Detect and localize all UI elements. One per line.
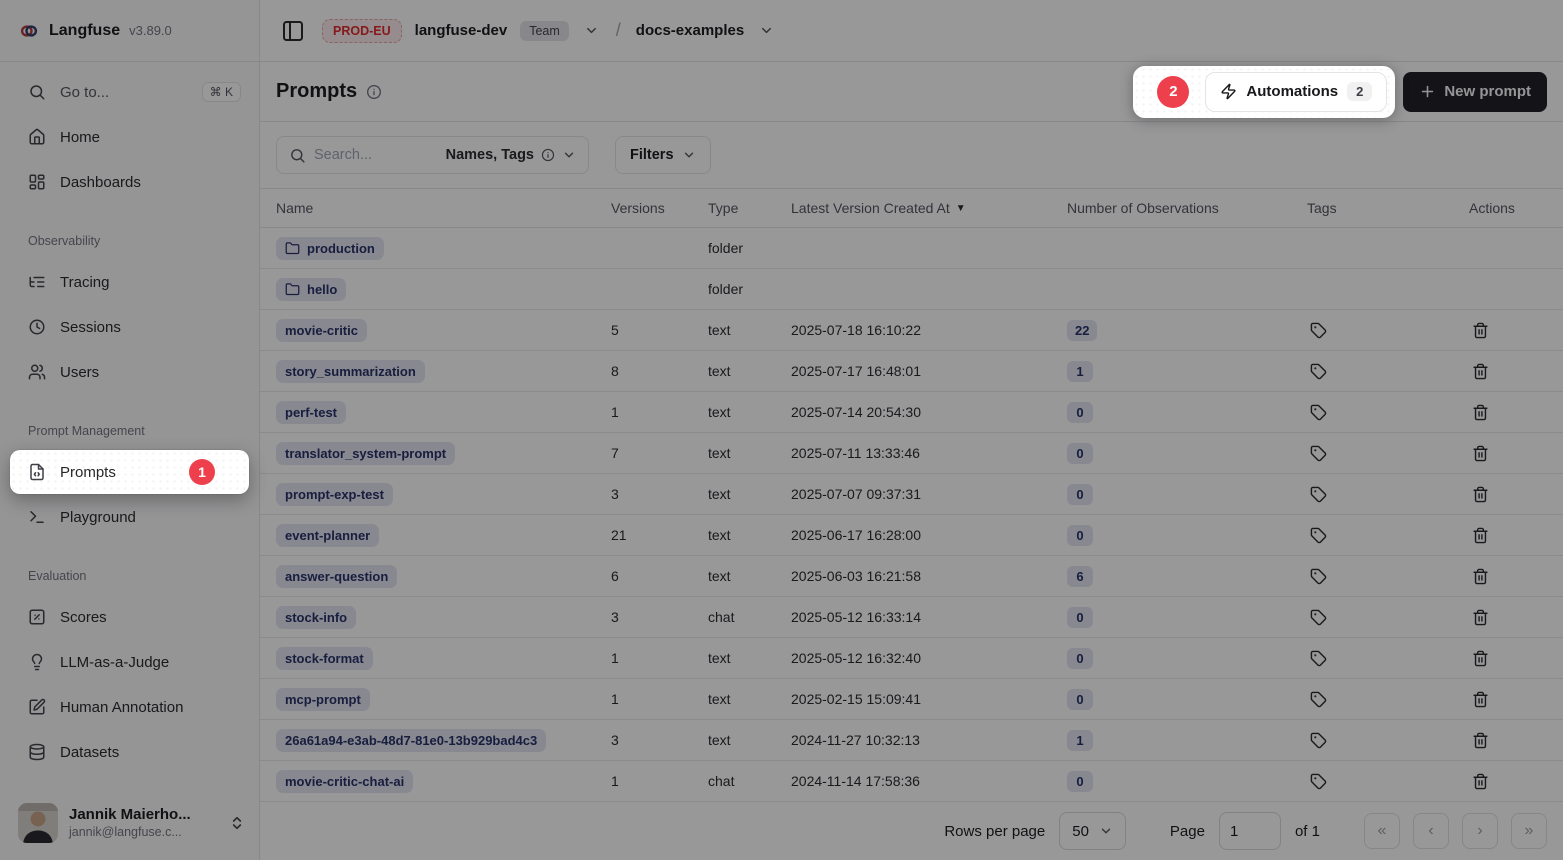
app-window: Langfuse v3.89.0 Go to... ⌘ K Home Dashb… xyxy=(0,0,1563,860)
automations-count-badge: 2 xyxy=(1347,82,1372,101)
annotation-badge-2: 2 xyxy=(1157,76,1189,108)
zap-icon xyxy=(1220,83,1237,100)
sidebar-item-label: Prompts xyxy=(60,464,116,481)
annotation-badge-1: 1 xyxy=(189,459,215,485)
automations-label: Automations xyxy=(1246,83,1338,100)
automations-spotlight: 2 Automations 2 xyxy=(1133,66,1395,118)
sidebar-item-prompts[interactable]: Prompts 1 xyxy=(10,450,249,494)
dim-overlay xyxy=(0,0,1563,860)
file-code-icon xyxy=(28,463,46,481)
automations-button[interactable]: Automations 2 xyxy=(1205,72,1387,112)
